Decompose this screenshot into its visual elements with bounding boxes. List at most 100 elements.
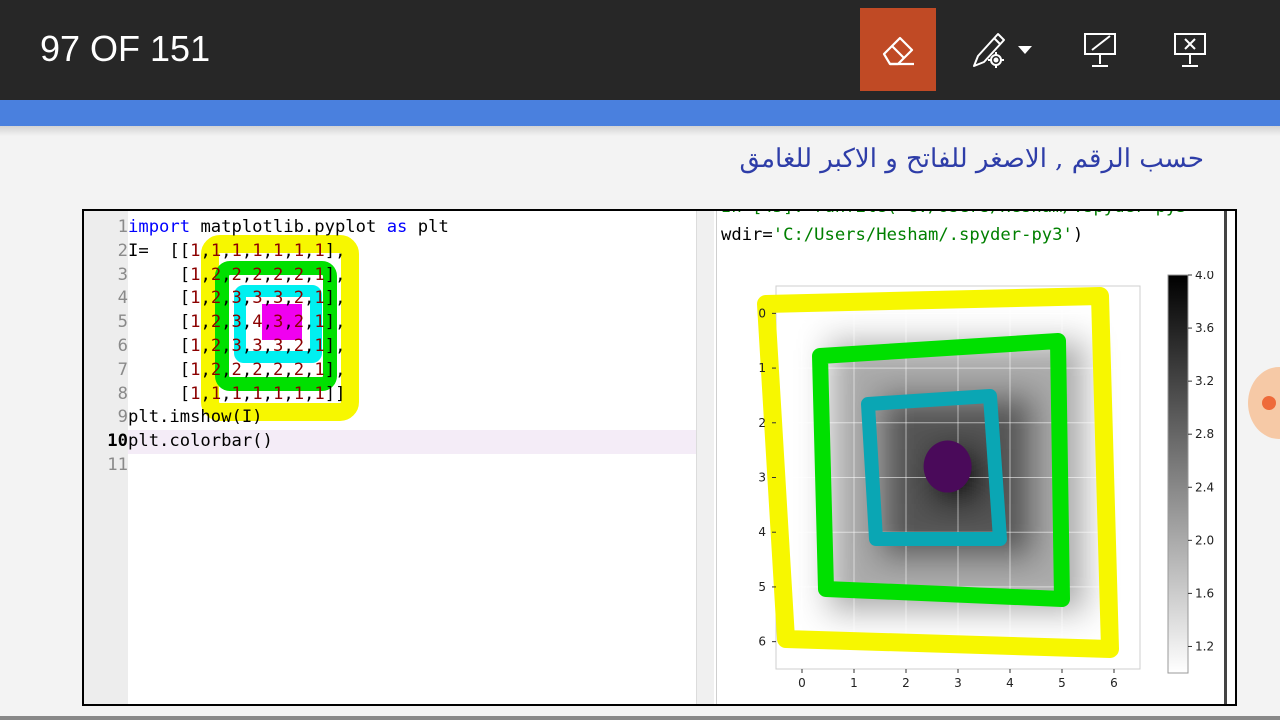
y-tick-label: 3 xyxy=(758,471,766,485)
erase-slide-icon xyxy=(1084,32,1116,67)
x-tick-label: 3 xyxy=(954,676,962,690)
line-number: 2 xyxy=(117,240,128,261)
matrix-value: 4 xyxy=(252,312,263,333)
matrix-value: 2 xyxy=(231,264,242,285)
line-number: 6 xyxy=(117,335,128,356)
matrix-value: 1 xyxy=(252,240,263,261)
matrix-value: 3 xyxy=(272,312,284,333)
code-token: plt xyxy=(407,217,449,237)
matrix-value: 1 xyxy=(272,240,284,261)
matrix-value: 1 xyxy=(293,383,305,404)
y-tick-label: 6 xyxy=(758,635,766,649)
slide-counter[interactable]: 97 OF 151 xyxy=(40,28,210,70)
console-runfile-line: In [45]: runfile('C:/Users/Hesham/.spyde… xyxy=(721,211,1187,217)
matrix-value: 1 xyxy=(231,383,242,404)
matrix-value: 1 xyxy=(314,312,325,333)
code-line: 7 [1,2,2,2,2,2,1], xyxy=(84,359,449,383)
line-number: 11 xyxy=(107,454,128,475)
y-tick-label: 1 xyxy=(758,361,766,375)
matrix-value: 1 xyxy=(252,383,263,404)
code-token: plt.imshow(I) xyxy=(128,407,263,428)
matrix-value: 1 xyxy=(314,240,325,261)
matrix-value: 3 xyxy=(231,288,242,309)
colorbar-tick-label: 4.0 xyxy=(1195,271,1214,282)
y-tick-label: 2 xyxy=(758,416,766,430)
code-editor[interactable]: 1import matplotlib.pyplot as plt 2I= [[1,… xyxy=(84,211,696,704)
x-tick-label: 5 xyxy=(1058,676,1066,690)
line-number: 3 xyxy=(117,264,128,285)
matrix-value: 1 xyxy=(231,240,242,261)
end-show-button[interactable] xyxy=(1160,8,1220,91)
matrix-value: 2 xyxy=(293,335,305,356)
matrix-value: 1 xyxy=(190,312,201,333)
matrix-value: 2 xyxy=(210,359,222,380)
eraser-icon xyxy=(882,36,914,65)
matrix-value: 1 xyxy=(190,288,201,309)
bottom-edge xyxy=(0,716,1280,720)
matrix-value: 2 xyxy=(293,264,305,285)
line-number: 8 xyxy=(117,383,128,404)
line-number: 1 xyxy=(117,217,128,237)
slide-nav-handle[interactable] xyxy=(1248,367,1280,439)
y-tick-label: 0 xyxy=(758,306,766,320)
matrix-value: 1 xyxy=(190,264,201,285)
matrix-value: 1 xyxy=(314,264,325,285)
matrix-value: 3 xyxy=(231,335,242,356)
matrix-value: 2 xyxy=(252,264,263,285)
matrix-value: 1 xyxy=(190,359,201,380)
code-line: 2I= [[1,1,1,1,1,1,1], xyxy=(84,240,449,264)
presenter-toolbar: 97 OF 151 xyxy=(0,0,1280,100)
code-line: 1import matplotlib.pyplot as plt xyxy=(84,216,449,240)
matrix-value: 1 xyxy=(314,383,325,404)
matrix-value: 2 xyxy=(231,359,242,380)
matrix-value: 2 xyxy=(293,312,305,333)
matrix-value: 3 xyxy=(272,288,284,309)
code-line: 5 [1,2,3,4,3,2,1], xyxy=(84,311,449,335)
eraser-button[interactable] xyxy=(860,8,936,91)
colorbar-tick-label: 3.2 xyxy=(1195,374,1214,388)
x-tick-label: 1 xyxy=(850,676,858,690)
matrix-value: 1 xyxy=(293,240,305,261)
ink-center-blob xyxy=(923,440,972,493)
heatmap-svg: 0 1 2 3 4 5 6 0 1 2 3 4 5 6 4.0 3.6 3.2 2.8 2.4 2.0 1.6 1.2 xyxy=(757,268,1214,690)
matrix-value: 2 xyxy=(293,288,305,309)
spyder-screenshot: 1import matplotlib.pyplot as plt 2I= [[1,… xyxy=(82,209,1237,706)
colorbar-tick-label: 2.0 xyxy=(1195,533,1214,547)
code-line: 9plt.imshow(I) xyxy=(84,406,449,430)
line-number: 4 xyxy=(117,288,128,309)
line-number: 5 xyxy=(117,312,128,333)
matrix-value: 1 xyxy=(314,288,325,309)
code-line: 3 [1,2,2,2,2,2,1], xyxy=(84,264,449,288)
code-line: 6 [1,2,3,3,3,2,1], xyxy=(84,335,449,359)
matrix-value: 1 xyxy=(314,359,325,380)
matrix-value: 1 xyxy=(210,383,222,404)
colorbar-tick-label: 1.2 xyxy=(1195,639,1214,653)
matrix-value: 3 xyxy=(231,312,242,333)
matrix-value: 2 xyxy=(272,264,284,285)
matrix-value: 2 xyxy=(210,288,222,309)
code-text: 1import matplotlib.pyplot as plt 2I= [[1,… xyxy=(84,216,449,478)
x-tick-label: 6 xyxy=(1110,676,1118,690)
matrix-value: 1 xyxy=(190,240,201,261)
y-tick-label: 5 xyxy=(758,580,766,594)
matrix-value: 2 xyxy=(272,359,284,380)
erase-all-ink-button[interactable] xyxy=(1070,8,1130,91)
colorbar xyxy=(1167,274,1189,674)
colorbar-tick-label: 2.8 xyxy=(1195,427,1214,441)
console-wdir-line: wdir='C:/Users/Hesham/.spyder-py3') xyxy=(721,225,1084,245)
code-keyword: as xyxy=(386,217,408,237)
pen-settings-button[interactable] xyxy=(962,8,1044,91)
code-line: 10plt.colorbar() xyxy=(84,430,449,454)
y-tick-label: 4 xyxy=(758,525,766,539)
matrix-value: 2 xyxy=(210,264,222,285)
matrix-value: 1 xyxy=(190,383,201,404)
code-line: 8 [1,1,1,1,1,1,1]] xyxy=(84,383,449,407)
matrix-value: 1 xyxy=(272,383,284,404)
editor-scrollbar[interactable] xyxy=(696,211,714,704)
code-line: 11 xyxy=(84,454,449,478)
line-number: 9 xyxy=(117,407,128,428)
matrix-value: 2 xyxy=(210,312,222,333)
x-tick-label: 4 xyxy=(1006,676,1014,690)
colorbar-tick-label: 2.4 xyxy=(1195,480,1214,494)
end-show-icon xyxy=(1174,32,1206,67)
